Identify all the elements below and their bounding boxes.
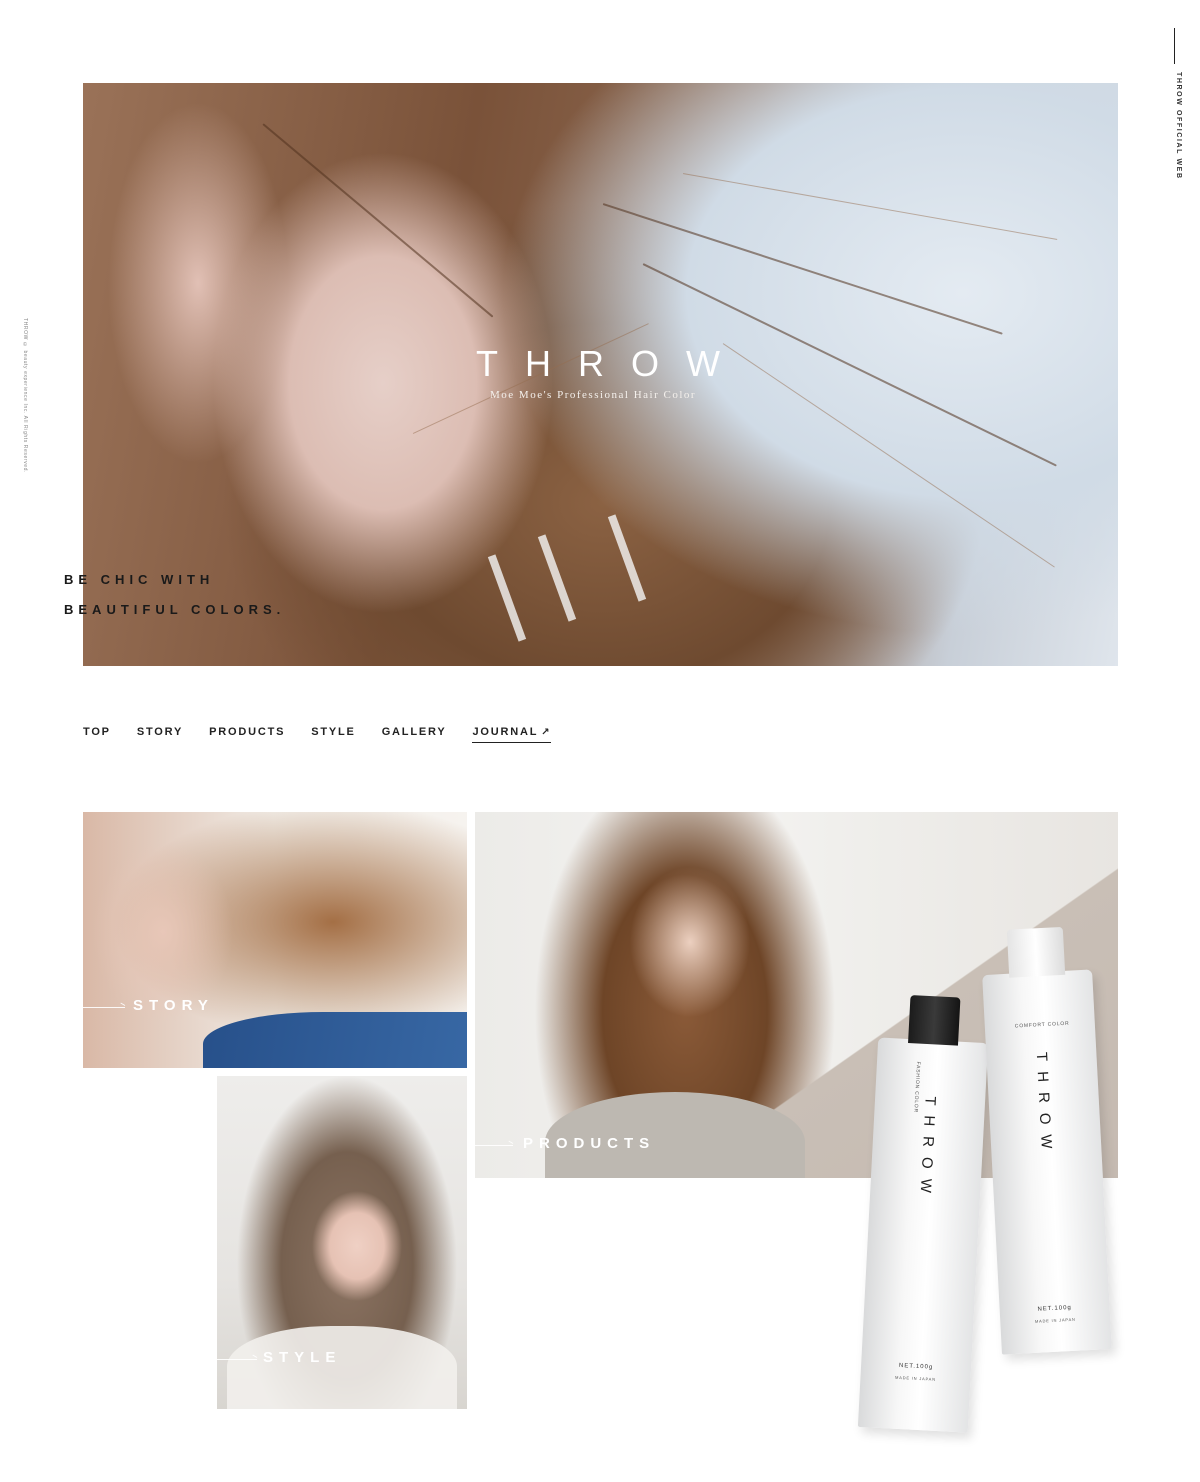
products-label: PRODUCTS xyxy=(523,1135,656,1152)
hair-strand xyxy=(602,203,1003,335)
hair-strand xyxy=(682,173,1058,240)
style-panel[interactable]: STYLE xyxy=(217,1076,467,1409)
arrow-icon xyxy=(83,1007,125,1008)
tagline-line-2: BEAUTIFUL COLORS. xyxy=(64,602,286,617)
tube-kind: COMFORT COLOR xyxy=(1014,1020,1070,1030)
side-brand-line xyxy=(1174,28,1175,64)
side-brand: THROW OFFICIAL WEB xyxy=(1160,0,1190,200)
style-top xyxy=(227,1326,457,1409)
external-link-icon: ↗ xyxy=(541,727,552,738)
tube-made: MADE IN JAPAN xyxy=(894,1374,936,1382)
arrow-icon xyxy=(475,1145,513,1146)
collar-stripe xyxy=(607,514,647,602)
nav-item-story[interactable]: STORY xyxy=(137,726,183,743)
nav-item-journal-label: JOURNAL xyxy=(472,726,539,738)
story-label: STORY xyxy=(133,997,214,1014)
story-shirt xyxy=(203,1012,467,1068)
style-label: STYLE xyxy=(263,1349,342,1366)
tube-net: NET.100g xyxy=(1037,1304,1072,1313)
tagline-line-1: BE CHIC WITH xyxy=(64,572,215,587)
tube-net: NET.100g xyxy=(898,1362,934,1371)
logo-wordmark: THROW xyxy=(476,343,747,384)
hero-tagline: BE CHIC WITH BEAUTIFUL COLORS. xyxy=(64,565,285,625)
nav-item-style[interactable]: STYLE xyxy=(311,726,355,743)
main-nav: TOP STORY PRODUCTS STYLE GALLERY JOURNAL… xyxy=(83,726,577,743)
hair-strand xyxy=(262,123,494,318)
nav-item-products[interactable]: PRODUCTS xyxy=(209,726,285,743)
tube-cap-black xyxy=(908,995,961,1046)
nav-item-gallery[interactable]: GALLERY xyxy=(382,726,447,743)
tube-brand: THROW xyxy=(916,1095,939,1204)
tube-kind: FASHION COLOR xyxy=(912,1061,922,1114)
brand-logo[interactable]: THROW Moe Moe's Professional Hair Color xyxy=(476,343,736,401)
tube-cap-white xyxy=(1006,926,1066,978)
nav-item-top[interactable]: TOP xyxy=(83,726,111,743)
story-panel[interactable]: STORY xyxy=(83,812,467,1068)
hair-strand xyxy=(722,343,1055,568)
side-brand-text: THROW OFFICIAL WEB xyxy=(1175,72,1182,180)
copyright-text: THROW © beauty experience Inc. All Right… xyxy=(22,318,28,473)
collar-stripe xyxy=(537,534,577,622)
fashion-color-tube: FASHION COLOR THROW NET.100g MADE IN JAP… xyxy=(857,995,989,1433)
tube-made: MADE IN JAPAN xyxy=(1034,1316,1076,1324)
logo-subtitle: Moe Moe's Professional Hair Color xyxy=(490,389,697,401)
tube-brand: THROW xyxy=(1032,1051,1056,1160)
arrow-icon xyxy=(217,1359,257,1360)
nav-item-journal[interactable]: JOURNAL ↗ xyxy=(472,726,552,743)
collar-stripe xyxy=(487,554,527,642)
comfort-color-tube: COMFORT COLOR THROW NET.100g MADE IN JAP… xyxy=(982,926,1112,1355)
